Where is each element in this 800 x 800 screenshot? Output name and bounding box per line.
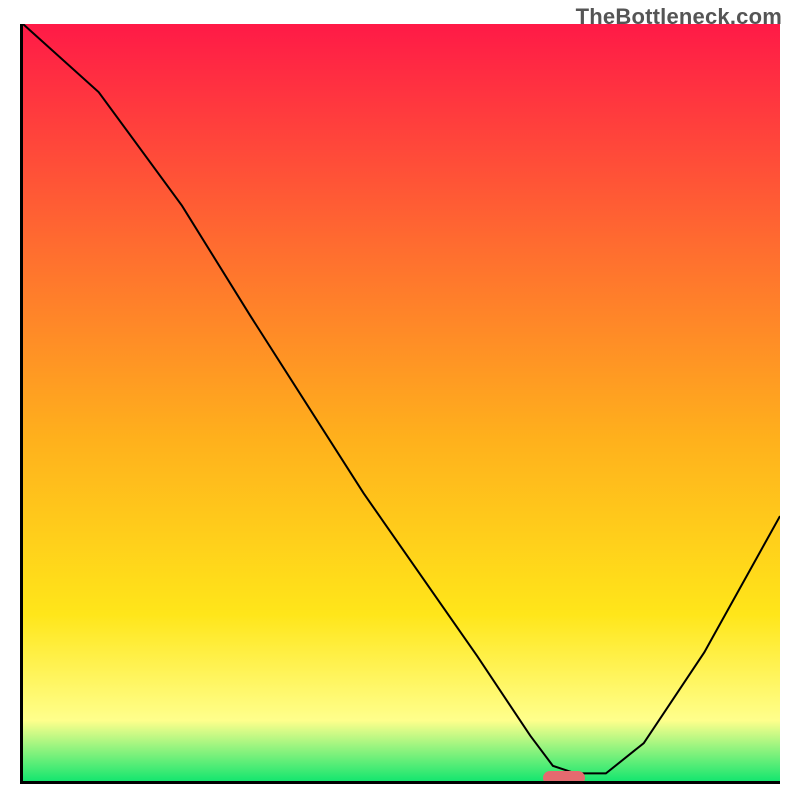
line-series: [23, 24, 780, 781]
optimal-marker: [543, 771, 585, 784]
plot-area: [20, 24, 780, 784]
chart-container: TheBottleneck.com: [0, 0, 800, 800]
watermark-text: TheBottleneck.com: [576, 4, 782, 30]
